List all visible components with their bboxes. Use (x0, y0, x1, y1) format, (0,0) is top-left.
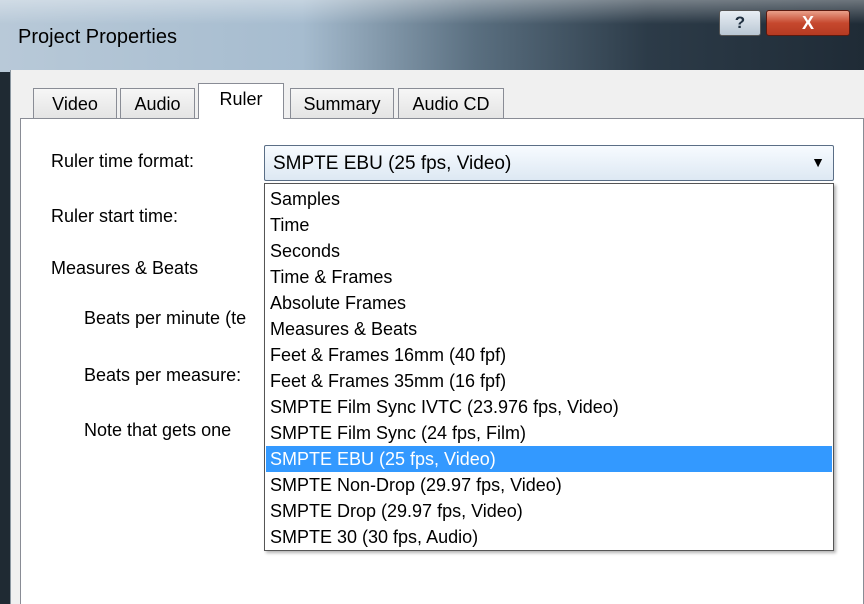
selected-format-value: SMPTE EBU (25 fps, Video) (273, 153, 512, 174)
title-bar[interactable]: Project Properties ? X (0, 0, 864, 72)
chevron-down-icon[interactable]: ▼ (811, 154, 825, 170)
dropdown-option[interactable]: Measures & Beats (266, 316, 832, 342)
dropdown-option[interactable]: Seconds (266, 238, 832, 264)
note-gets-beat-label: Note that gets one (84, 420, 232, 440)
tab-audio[interactable]: Audio (120, 88, 195, 118)
close-button[interactable]: X (766, 10, 850, 36)
dropdown-option[interactable]: SMPTE 30 (30 fps, Audio) (266, 524, 832, 550)
dropdown-option[interactable]: Time (266, 212, 832, 238)
beats-per-minute-label: Beats per minute (te (84, 308, 247, 328)
beats-per-measure-label: Beats per measure: (84, 365, 242, 385)
ruler-time-format-select[interactable]: SMPTE EBU (25 fps, Video) ▼ (264, 145, 834, 181)
dropdown-option[interactable]: Absolute Frames (266, 290, 832, 316)
tab-ruler[interactable]: Ruler (198, 83, 284, 119)
dropdown-option[interactable]: SMPTE Film Sync IVTC (23.976 fps, Video) (266, 394, 832, 420)
dropdown-option[interactable]: SMPTE Drop (29.97 fps, Video) (266, 498, 832, 524)
dropdown-option[interactable]: SMPTE Film Sync (24 fps, Film) (266, 420, 832, 446)
tab-audio-cd[interactable]: Audio CD (398, 88, 504, 118)
project-properties-window: Project Properties ? X Video Audio Ruler… (0, 0, 864, 604)
dropdown-option[interactable]: Samples (266, 186, 832, 212)
dropdown-option[interactable]: Feet & Frames 35mm (16 fpf) (266, 368, 832, 394)
dropdown-option[interactable]: Feet & Frames 16mm (40 fpf) (266, 342, 832, 368)
ruler-start-time-label: Ruler start time: (51, 206, 179, 226)
dropdown-option[interactable]: Time & Frames (266, 264, 832, 290)
dropdown-option[interactable]: SMPTE EBU (25 fps, Video) (266, 446, 832, 472)
tab-summary[interactable]: Summary (290, 88, 394, 118)
window-title: Project Properties (18, 26, 177, 48)
ruler-time-format-label: Ruler time format: (51, 151, 195, 171)
time-format-dropdown-list: Samples Time Seconds Time & Frames Absolute … (264, 183, 834, 551)
tab-video[interactable]: Video (33, 88, 117, 118)
measures-beats-heading: Measures & Beats (51, 258, 199, 278)
dropdown-option[interactable]: SMPTE Non-Drop (29.97 fps, Video) (266, 472, 832, 498)
help-button[interactable]: ? (719, 10, 761, 36)
